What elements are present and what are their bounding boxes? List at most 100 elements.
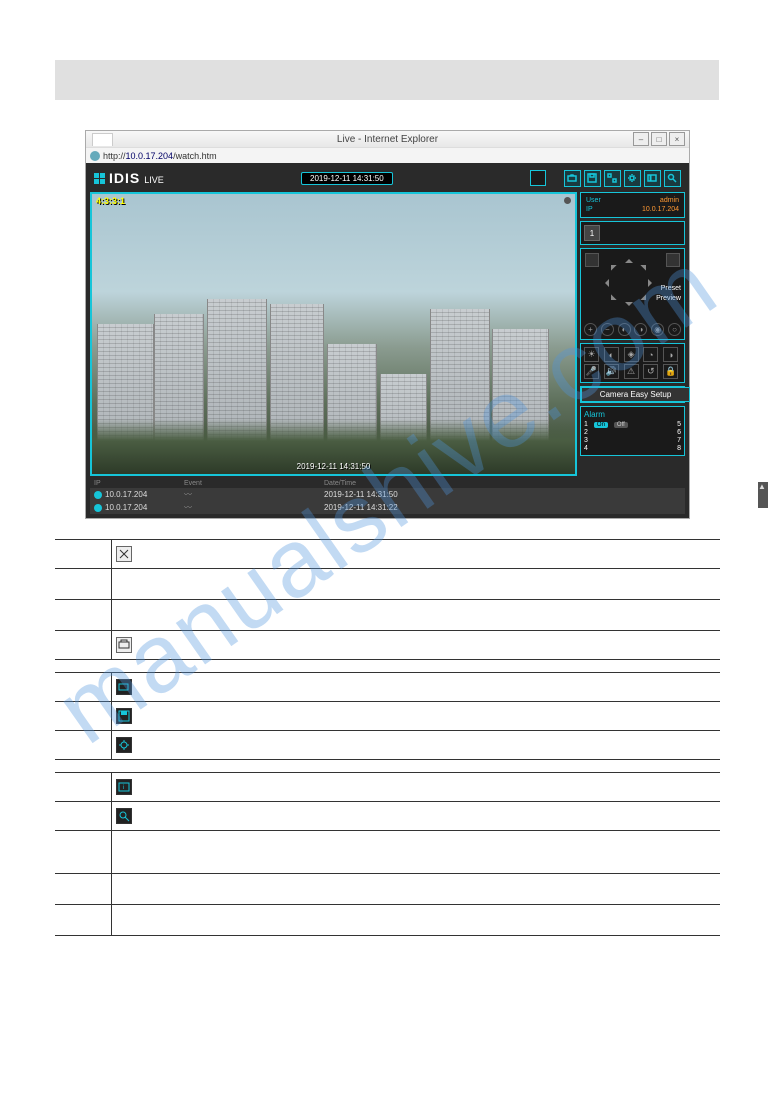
saturation-button[interactable]: ◈ xyxy=(624,347,639,362)
sharpness-button[interactable]: ◑ xyxy=(663,347,678,362)
print-button[interactable] xyxy=(530,170,546,186)
browser-window: Live - Internet Explorer – □ × http://10… xyxy=(85,130,690,519)
event-ip: 10.0.17.204 xyxy=(105,503,147,512)
camera-label: 4:3:3:1 xyxy=(96,196,125,206)
preset-button[interactable]: Preset xyxy=(661,285,681,292)
app-shell: IDIS LIVE 2019-12-11 14:31:50 i 4:3:3:1 xyxy=(86,163,689,518)
event-log: IP Event Date/Time 10.0.17.204 〰 2019-12… xyxy=(90,479,685,514)
user-value: admin xyxy=(660,197,679,204)
info-icon xyxy=(94,491,102,499)
col-event: Event xyxy=(184,480,324,487)
camera-icon-ref xyxy=(116,679,132,695)
focus-far-button[interactable]: ◑ xyxy=(634,323,647,336)
hue-button[interactable]: ◔ xyxy=(643,347,658,362)
toolbar-icons: i xyxy=(564,170,681,187)
osd-timestamp: 2019-12-11 14:31:50 xyxy=(297,462,371,471)
event-row[interactable]: 10.0.17.204 〰 2019-12-11 14:31:22 xyxy=(90,501,685,514)
svg-text:i: i xyxy=(650,176,651,182)
mic-button[interactable]: 🎤 xyxy=(584,364,599,379)
alarm-3: 3 xyxy=(584,437,588,444)
ptz-ne[interactable] xyxy=(640,259,651,270)
draw-mode-button[interactable] xyxy=(604,170,621,187)
iris-open-button[interactable]: ◉ xyxy=(651,323,664,336)
minimize-button[interactable]: – xyxy=(633,132,649,146)
maximize-button[interactable]: □ xyxy=(651,132,667,146)
alarm-8: 8 xyxy=(677,445,681,452)
close-icon-ref xyxy=(116,546,132,562)
reset-button[interactable]: ↺ xyxy=(643,364,658,379)
ptz-down[interactable] xyxy=(625,302,633,310)
alarm-5: 5 xyxy=(677,421,681,428)
browser-tab[interactable] xyxy=(92,133,113,146)
speaker-button[interactable]: 🔊 xyxy=(604,364,619,379)
record-indicator xyxy=(564,197,571,204)
close-button[interactable]: × xyxy=(669,132,685,146)
alarm-out-button[interactable]: ⚠ xyxy=(624,364,639,379)
url-host: 10.0.17.204 xyxy=(126,151,174,161)
ptz-right[interactable] xyxy=(648,279,656,287)
focus-near-button[interactable]: ◐ xyxy=(618,323,631,336)
preview-button[interactable]: Preview xyxy=(656,295,681,302)
alarm-title: Alarm xyxy=(584,410,681,419)
event-time: 2019-12-11 14:31:50 xyxy=(324,490,398,499)
save-button[interactable] xyxy=(584,170,601,187)
easy-setup-button[interactable]: Camera Easy Setup xyxy=(581,387,690,402)
alarm-6: 6 xyxy=(677,429,681,436)
ptz-corner-tr[interactable] xyxy=(666,253,680,267)
user-label: User xyxy=(586,197,601,204)
camera-1-button[interactable]: 1 xyxy=(584,225,600,241)
window-title: Live - Internet Explorer xyxy=(337,134,438,145)
alarm-4: 4 xyxy=(584,445,588,452)
mode-text: LIVE xyxy=(144,175,164,185)
iris-close-button[interactable]: ○ xyxy=(668,323,681,336)
col-time: Date/Time xyxy=(324,480,356,487)
window-titlebar: Live - Internet Explorer – □ × xyxy=(86,131,689,147)
about-button[interactable]: i xyxy=(644,170,661,187)
ptz-left[interactable] xyxy=(601,279,609,287)
search-mode-button[interactable] xyxy=(664,170,681,187)
camera-button[interactable] xyxy=(564,170,581,187)
ptz-se[interactable] xyxy=(640,294,651,305)
alarm-panel: Alarm 1 On Off 5 2 6 3 7 4 8 xyxy=(580,406,685,456)
image-control-panel: ☀ ◐ ◈ ◔ ◑ 🎤 🔊 ⚠ ↺ 🔒 xyxy=(580,343,685,383)
zoom-in-button[interactable]: + xyxy=(584,323,597,336)
contrast-button[interactable]: ◐ xyxy=(604,347,619,362)
info-icon xyxy=(94,504,102,512)
alarm-on-toggle[interactable]: On xyxy=(594,422,608,428)
address-bar[interactable]: http://10.0.17.204/watch.htm xyxy=(86,147,689,163)
motion-icon: 〰 xyxy=(184,489,324,500)
ip-label: IP xyxy=(586,206,593,213)
event-row[interactable]: 10.0.17.204 〰 2019-12-11 14:31:50 ▲ xyxy=(90,488,685,501)
event-ip: 10.0.17.204 xyxy=(105,490,147,499)
ptz-nw[interactable] xyxy=(605,259,616,270)
alarm-1: 1 xyxy=(584,421,588,428)
brightness-button[interactable]: ☀ xyxy=(584,347,599,362)
alarm-off-toggle[interactable]: Off xyxy=(614,422,628,428)
ip-value: 10.0.17.204 xyxy=(642,206,679,213)
brand-text: IDIS xyxy=(109,170,140,186)
globe-icon xyxy=(90,151,100,161)
url-path: /watch.htm xyxy=(173,151,217,161)
ptz-panel: Preset Preview + − ◐ ◑ ◉ ○ xyxy=(580,248,685,340)
ptz-up[interactable] xyxy=(625,255,633,263)
search-icon-ref xyxy=(116,808,132,824)
alarm-7: 7 xyxy=(677,437,681,444)
save-icon-ref xyxy=(116,708,132,724)
svg-text:i: i xyxy=(123,785,124,791)
ptz-sw[interactable] xyxy=(605,294,616,305)
scrollbar[interactable]: ▲ xyxy=(758,482,768,508)
document-header-bar xyxy=(55,60,719,100)
lock-button[interactable]: 🔒 xyxy=(663,364,678,379)
video-pane[interactable]: 4:3:3:1 2019-12-11 14:31:50 xyxy=(90,192,577,476)
ptz-direction-pad xyxy=(601,255,656,310)
url-scheme: http:// xyxy=(103,151,126,161)
ptz-corner-tl[interactable] xyxy=(585,253,599,267)
print-icon-ref xyxy=(116,637,132,653)
setup-button[interactable] xyxy=(624,170,641,187)
reference-table: i xyxy=(55,539,720,936)
setup-icon-ref xyxy=(116,737,132,753)
logo: IDIS LIVE xyxy=(94,170,164,186)
about-icon-ref: i xyxy=(116,779,132,795)
zoom-out-button[interactable]: − xyxy=(601,323,614,336)
user-info-panel: User admin IP 10.0.17.204 xyxy=(580,192,685,218)
